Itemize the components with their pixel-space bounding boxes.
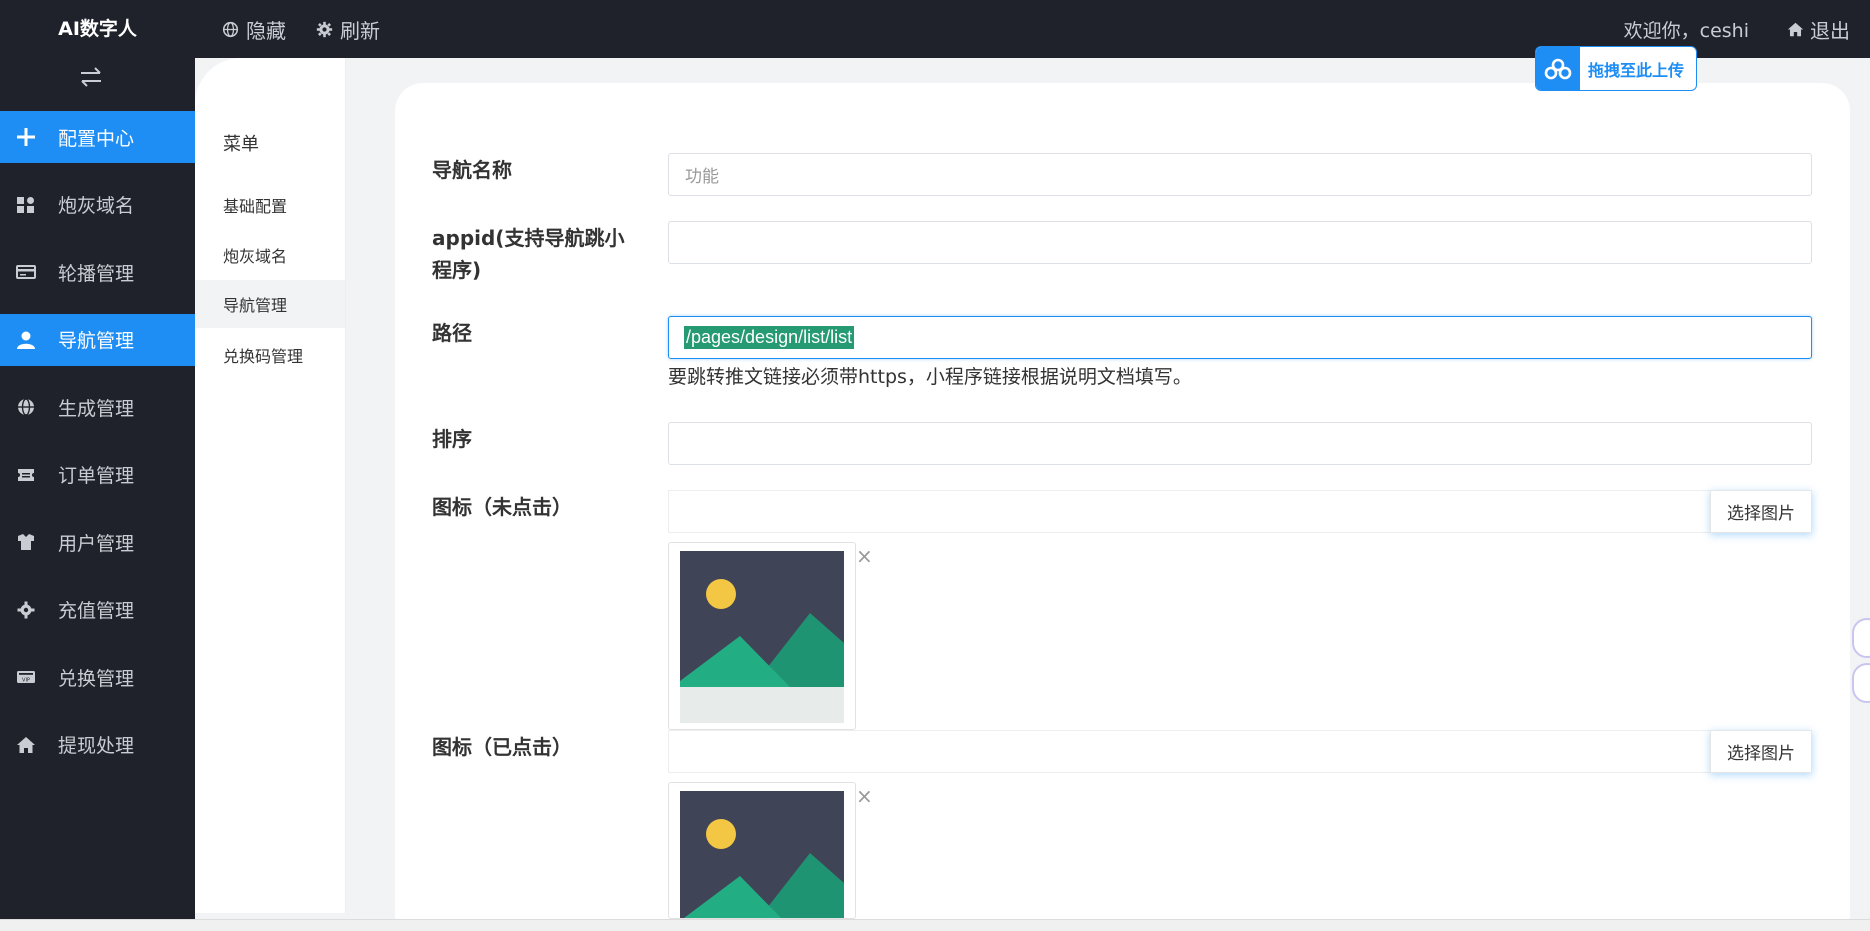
sort-label: 排序 [432, 427, 472, 451]
path-input[interactable]: /pages/design/list/list [668, 316, 1812, 359]
svg-text:VIP: VIP [22, 678, 30, 684]
shirt-icon [18, 534, 34, 550]
sidebar: 配置中心 炮灰域名 轮播管理 导航管理 生成管理 订单管理 用户管理 充值管理 [0, 58, 195, 931]
submenu-item-label: 导航管理 [223, 296, 288, 315]
remove-image-button[interactable]: × [856, 546, 873, 566]
submenu-item-redeem-codes[interactable]: 兑换码管理 [195, 331, 345, 379]
icon-unclicked-input[interactable] [668, 490, 1812, 533]
sidebar-item-label: 充值管理 [58, 600, 135, 622]
sidebar-item-label: 用户管理 [58, 532, 135, 555]
home-icon [17, 736, 35, 753]
floating-handle[interactable] [1852, 663, 1870, 703]
image-placeholder-icon [680, 791, 844, 918]
appid-input[interactable] [668, 221, 1812, 264]
secondary-menu: 菜单 基础配置 炮灰域名 导航管理 兑换码管理 [195, 58, 346, 913]
sidebar-item-label: 提现处理 [58, 735, 135, 757]
sidebar-item-carousel[interactable]: 轮播管理 [0, 246, 195, 298]
vip-card-icon: VIP [17, 671, 35, 684]
appid-label-line2: 程序) [432, 258, 482, 282]
icon-clicked-input[interactable] [668, 730, 1812, 773]
icon-unclicked-label: 图标（未点击） [432, 495, 572, 519]
sidebar-item-navigation[interactable]: 导航管理 [0, 313, 195, 366]
globe-icon [18, 398, 34, 416]
sidebar-item-label: 兑换管理 [58, 667, 135, 690]
logout-label: 退出 [1810, 18, 1850, 43]
submenu-item-label: 炮灰域名 [223, 247, 288, 266]
appid-label: appid(支持导航跳小 程序) [432, 222, 624, 286]
sidebar-item-label: 配置中心 [58, 127, 135, 150]
upload-badge-label: 拖拽至此上传 [1588, 60, 1685, 80]
path-label: 路径 [432, 321, 472, 345]
hide-label: 隐藏 [246, 18, 286, 43]
top-actions: 隐藏 刷新 [222, 0, 380, 58]
choose-image-button[interactable]: 选择图片 [1710, 490, 1812, 533]
ticket-icon [18, 468, 34, 481]
path-hint: 要跳转推文链接必须带https，小程序链接根据说明文档填写。 [668, 366, 1192, 388]
sidebar-item-users[interactable]: 用户管理 [0, 516, 195, 568]
refresh-label: 刷新 [340, 18, 380, 43]
sidebar-item-label: 轮播管理 [58, 262, 135, 285]
icon-clicked-preview [668, 782, 856, 919]
globe-icon [222, 21, 239, 37]
appid-label-line1: appid(支持导航跳小 [432, 226, 625, 250]
horizontal-scrollbar[interactable] [0, 919, 1870, 931]
sidebar-nav: 配置中心 炮灰域名 轮播管理 导航管理 生成管理 订单管理 用户管理 充值管理 [0, 111, 195, 786]
floating-handle[interactable] [1852, 618, 1870, 658]
welcome-text: 欢迎你，ceshi [1623, 19, 1749, 42]
gear-icon [316, 21, 333, 37]
sidebar-item-withdrawal[interactable]: 提现处理 [0, 719, 195, 771]
logout-button[interactable]: 退出 [1787, 15, 1850, 44]
swap-arrows-icon[interactable] [78, 66, 104, 88]
submenu-item-label: 兑换码管理 [223, 347, 304, 366]
hide-button[interactable]: 隐藏 [222, 15, 286, 44]
user-icon [17, 331, 35, 349]
remove-image-button[interactable]: × [856, 786, 873, 806]
submenu-item-domains[interactable]: 炮灰域名 [195, 231, 345, 279]
nav-name-label: 导航名称 [432, 158, 512, 182]
path-value: /pages/design/list/list [684, 326, 855, 349]
choose-image-label: 选择图片 [1727, 504, 1795, 524]
apps-icon [17, 196, 34, 213]
card-icon [16, 265, 36, 279]
nav-name-input[interactable]: 功能 [668, 153, 1812, 196]
drag-upload-badge[interactable]: 拖拽至此上传 [1535, 46, 1697, 91]
submenu-item-navigation[interactable]: 导航管理 [195, 280, 345, 328]
sidebar-item-generation[interactable]: 生成管理 [0, 381, 195, 433]
nav-name-placeholder: 功能 [685, 167, 719, 186]
refresh-button[interactable]: 刷新 [316, 15, 380, 44]
sidebar-item-label: 导航管理 [58, 330, 135, 352]
sidebar-item-label: 订单管理 [58, 465, 135, 487]
gear-icon [17, 601, 35, 618]
sidebar-item-orders[interactable]: 订单管理 [0, 449, 195, 501]
choose-image-button[interactable]: 选择图片 [1710, 730, 1812, 773]
sort-input[interactable] [668, 422, 1812, 465]
app-brand: AI数字人 [58, 18, 137, 40]
submenu-item-label: 基础配置 [223, 197, 288, 216]
sidebar-item-recharge[interactable]: 充值管理 [0, 584, 195, 636]
submenu-title: 菜单 [223, 134, 259, 155]
cloud-icon [1536, 47, 1580, 90]
sidebar-item-domains[interactable]: 炮灰域名 [0, 179, 195, 231]
sidebar-item-config-center[interactable]: 配置中心 [0, 111, 195, 163]
submenu-item-basic-config[interactable]: 基础配置 [195, 181, 345, 229]
icon-clicked-label: 图标（已点击） [432, 735, 572, 759]
image-placeholder-icon [680, 551, 844, 723]
sidebar-item-label: 生成管理 [58, 397, 135, 420]
icon-unclicked-preview [668, 542, 856, 730]
home-icon [1787, 22, 1804, 36]
choose-image-label: 选择图片 [1727, 744, 1795, 764]
plus-icon [17, 128, 35, 146]
sidebar-item-exchange[interactable]: VIP 兑换管理 [0, 651, 195, 703]
sidebar-item-label: 炮灰域名 [58, 195, 135, 217]
